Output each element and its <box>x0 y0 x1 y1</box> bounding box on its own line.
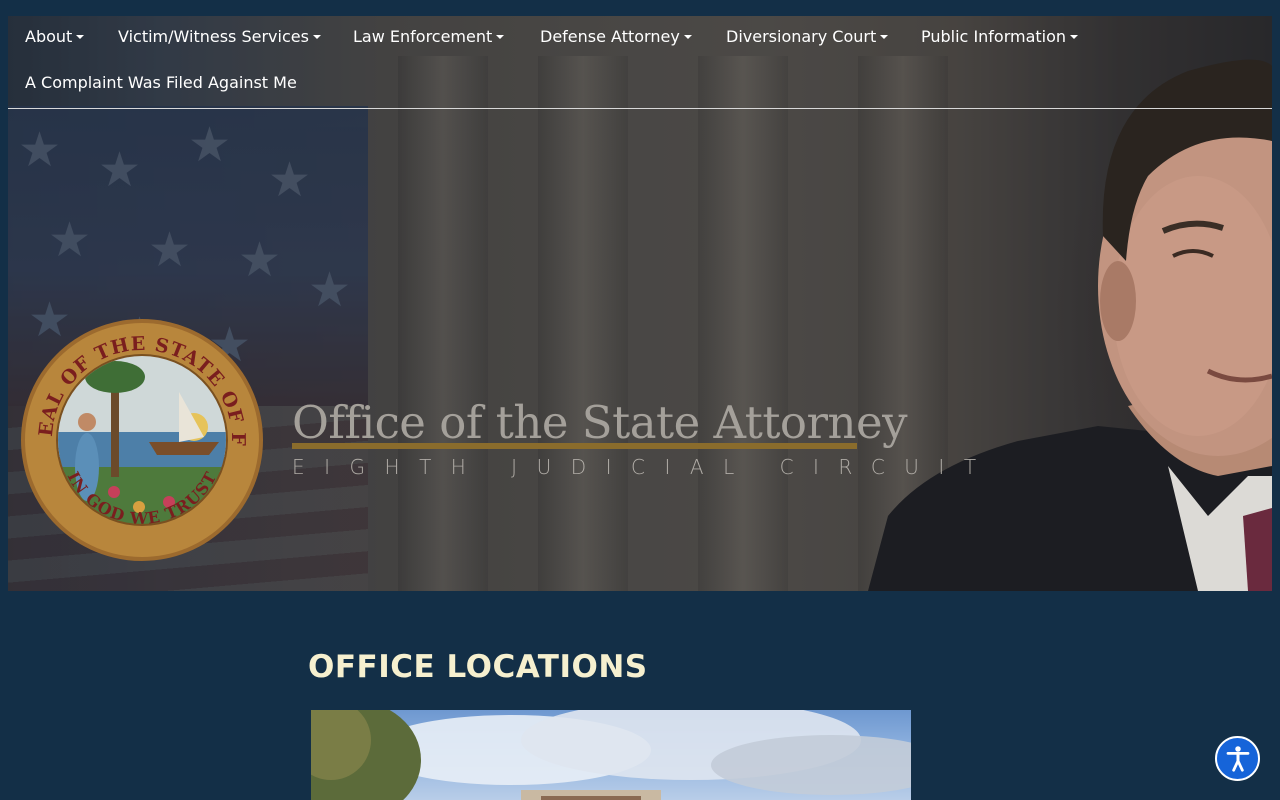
caret-down-icon <box>683 35 692 39</box>
accessibility-button[interactable] <box>1215 736 1260 781</box>
caret-down-icon <box>1070 35 1079 39</box>
section-heading: OFFICE LOCATIONS <box>308 649 648 685</box>
caret-down-icon <box>76 35 85 39</box>
office-title-block: Office of the State Attorney EIGHTH JUDI… <box>290 395 976 485</box>
office-title: Office of the State Attorney <box>292 396 908 449</box>
caret-down-icon <box>880 35 889 39</box>
accessibility-icon <box>1226 745 1249 772</box>
state-attorney-portrait <box>868 59 1272 591</box>
nav-diversionary-court[interactable]: Diversionary Court <box>726 27 889 47</box>
nav-about[interactable]: About <box>25 27 85 47</box>
caret-down-icon <box>496 35 505 39</box>
nav-public-information[interactable]: Public Information <box>921 27 1079 47</box>
office-subtitle: EIGHTH JUDICIAL CIRCUIT <box>292 455 996 479</box>
nav-law-enforcement[interactable]: Law Enforcement <box>353 27 505 47</box>
main-navigation: About Victim/Witness Services Law Enforc… <box>8 16 1272 109</box>
nav-defense-attorney[interactable]: Defense Attorney <box>540 27 692 47</box>
caret-down-icon <box>312 35 321 39</box>
nav-victim-witness-services[interactable]: Victim/Witness Services <box>118 27 321 47</box>
florida-state-seal: GREAT SEAL OF THE STATE OF FLORIDA IN GO… <box>19 317 263 561</box>
nav-complaint-filed[interactable]: A Complaint Was Filed Against Me <box>25 73 297 93</box>
office-building-photo <box>311 710 911 800</box>
